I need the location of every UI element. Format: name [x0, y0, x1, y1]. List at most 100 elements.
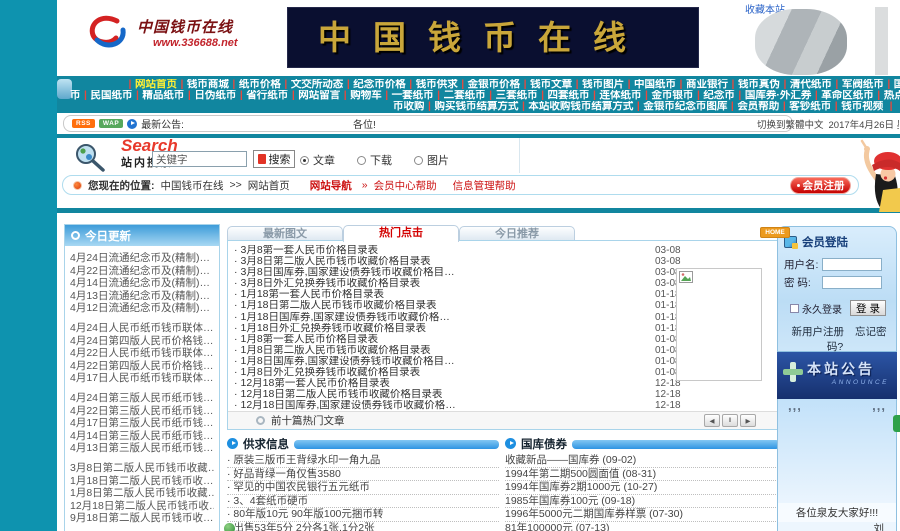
site-logo[interactable]: 中国钱币在线 www.336688.net — [85, 12, 238, 52]
today-update-link[interactable]: 4月17日第三版人民币纸币钱… — [70, 417, 214, 430]
info-help-link[interactable]: 信息管理帮助 — [453, 178, 516, 193]
nav-link[interactable]: 金币银币 — [651, 90, 693, 101]
nav-link[interactable]: 清代纸币 — [790, 79, 832, 90]
nav-link[interactable]: 钱币供求 — [416, 79, 458, 90]
article-link[interactable]: 1月8日外汇兑换券钱币收藏价格目录表 — [241, 367, 421, 378]
today-update-link[interactable]: 4月17日人民币纸币钱币联体… — [70, 372, 214, 385]
radio-icon[interactable] — [414, 155, 423, 165]
search-input[interactable] — [152, 151, 247, 167]
nav-link[interactable]: 本站收购钱币结算方式 — [528, 101, 633, 112]
nav-link[interactable]: 钱币真伪 — [738, 79, 780, 90]
today-update-link[interactable]: 4月13日第三版人民币纸币钱… — [70, 442, 214, 455]
nav-link[interactable]: 钱币商城 — [187, 79, 229, 90]
floating-sidebar-button[interactable] — [893, 415, 900, 432]
today-update-link[interactable]: 4月24日流通纪念币及(精制)… — [70, 252, 214, 265]
pager-button[interactable]: ▶ — [740, 414, 756, 427]
nav-link[interactable]: 网站留言 — [298, 90, 340, 101]
nav-link[interactable]: 二套纸币 — [444, 90, 486, 101]
today-update-link[interactable]: 4月24日第四版人民币价格钱… — [70, 335, 214, 348]
article-link[interactable]: 3月8日第二版人民币钱币收藏价格目录表 — [241, 256, 431, 267]
nav-link[interactable]: 日伪纸币 — [194, 90, 236, 101]
pager-button[interactable]: ◀ — [704, 414, 720, 427]
article-link[interactable]: 3月8日外汇兑换券钱币收藏价格目录表 — [241, 278, 421, 289]
today-update-link[interactable]: 4月14日第三版人民币纸币钱… — [70, 430, 214, 443]
today-update-link[interactable]: 4月24日第三版人民币纸币钱… — [70, 392, 214, 405]
nav-link[interactable]: 金银币价格 — [468, 79, 521, 90]
nav-link[interactable]: 网站首页 — [135, 79, 177, 90]
username-field[interactable] — [822, 258, 882, 271]
breadcrumb-site-link[interactable]: 中国钱币在线 — [161, 178, 224, 193]
nav-link[interactable]: 热点纸币 — [884, 90, 900, 101]
supply-item[interactable]: 出售53年5分 2分各1张,1分2张 — [227, 522, 499, 531]
member-register-button[interactable]: 会员注册 — [790, 177, 851, 194]
floating-qq-icon[interactable] — [223, 522, 236, 531]
nav-link[interactable]: 连体纸币 — [599, 90, 641, 101]
treasury-item[interactable]: 1985年国库券100元 (09-18) — [505, 495, 780, 508]
search-type-option[interactable]: 文章 — [300, 152, 335, 168]
search-type-option[interactable]: 图片 — [414, 152, 449, 168]
article-link[interactable]: 1月18日第二版人民币钱币收藏价格目录表 — [241, 300, 437, 311]
nav-link[interactable]: 一套纸币 — [392, 90, 434, 101]
nav-link[interactable]: 购买钱币结算方式 — [434, 101, 518, 112]
article-link[interactable]: 3月8日国库券,国家建设债券钱币收藏价格目… — [241, 267, 455, 278]
nav-link[interactable]: 币 — [70, 90, 81, 101]
search-type-option[interactable]: 下载 — [357, 152, 392, 168]
nav-link[interactable]: 军阀纸币 — [842, 79, 884, 90]
nav-link[interactable]: 金银币纪念币图库 — [643, 101, 727, 112]
article-link[interactable]: 12月18第一套人民币价格目录表 — [241, 378, 390, 389]
wap-badge[interactable]: WAP — [98, 119, 124, 128]
article-link[interactable]: 1月8日第二版人民币钱币收藏价格目录表 — [241, 345, 431, 356]
remember-checkbox[interactable] — [790, 303, 799, 313]
member-help-link[interactable]: 会员中心帮助 — [374, 178, 437, 193]
supply-item[interactable]: 80年版10元 90年版100元捆币转 — [227, 508, 499, 522]
nav-link[interactable]: 民国纸币 — [90, 90, 132, 101]
article-link[interactable]: 1月18日外汇兑换券钱币收藏价格目录表 — [241, 323, 427, 334]
nav-link[interactable]: 会员帮助 — [737, 101, 779, 112]
supply-item[interactable]: 罕见的中国农民银行五元纸币 — [227, 481, 499, 495]
radio-icon[interactable] — [357, 155, 366, 165]
search-button[interactable]: 搜索 — [253, 150, 295, 168]
nav-link[interactable]: 革命区纸币 — [821, 90, 874, 101]
nav-link[interactable]: 三套纸币 — [496, 90, 538, 101]
today-update-link[interactable]: 4月22日人民币纸币钱币联体… — [70, 347, 214, 360]
today-update-link[interactable]: 4月24日人民币纸币钱币联体… — [70, 322, 214, 335]
nav-link[interactable]: 钱币文章 — [530, 79, 572, 90]
treasury-item[interactable]: 1994年国库券2期1000元 (10-27) — [505, 481, 780, 495]
nav-link[interactable]: 客钞纸币 — [789, 101, 831, 112]
today-update-link[interactable]: 4月22日第三版人民币纸币钱… — [70, 405, 214, 418]
treasury-item[interactable]: 81年100000元 (07-13) — [505, 522, 780, 531]
nav-link[interactable]: 省行纸币 — [246, 90, 288, 101]
password-field[interactable] — [822, 276, 882, 289]
today-update-link[interactable]: 3月8日第二版人民币钱币收藏… — [70, 462, 214, 475]
radio-icon[interactable] — [300, 155, 309, 165]
supply-item[interactable]: 3、4套纸币硬币 — [227, 495, 499, 508]
article-link[interactable]: 12月18日国库券,国家建设债券钱币收藏价格… — [241, 400, 456, 411]
lang-switch-link[interactable]: 切换到繁體中文 — [757, 120, 824, 131]
article-link[interactable]: 1月8日国库券,国家建设债券钱币收藏价格目… — [241, 356, 455, 367]
tab[interactable]: 热门点击 — [343, 225, 459, 242]
nav-link[interactable]: 纪念币价格 — [353, 79, 406, 90]
nav-link[interactable]: 文交所动态 — [291, 79, 344, 90]
site-map-link[interactable]: 网站导航 — [310, 178, 352, 193]
nav-link[interactable]: 钱币视频 — [841, 101, 883, 112]
supply-item[interactable]: 原装三版币王背绿水印一角九品 — [227, 454, 499, 468]
nav-link[interactable]: 四套纸币 — [548, 90, 590, 101]
pager-button[interactable]: ‖ — [722, 414, 738, 427]
rss-badge[interactable]: RSS — [72, 119, 95, 128]
nav-link[interactable]: 国库券·外汇券 — [745, 90, 812, 101]
today-update-link[interactable]: 1月18日第二版人民币钱币收… — [70, 475, 214, 488]
article-link[interactable]: 12月18日第二版人民币钱币收藏价格目录表 — [241, 389, 443, 400]
article-link[interactable]: 1月18第一套人民币价格目录表 — [241, 289, 385, 300]
nav-link[interactable]: 商业银行 — [686, 79, 728, 90]
treasury-item[interactable]: 1994年第二期500圆面值 (08-31) — [505, 468, 780, 481]
treasury-item[interactable]: 收藏新品——国库券 (09-02) — [505, 454, 780, 468]
today-update-link[interactable]: 4月22日流通纪念币及(精制)… — [70, 265, 214, 278]
today-update-link[interactable]: 12月18日第二版人民币钱币收… — [70, 500, 214, 513]
treasury-item[interactable]: 1996年5000元二期国库券样票 (07-30) — [505, 508, 780, 522]
today-update-link[interactable]: 4月14日流通纪念币及(精制)… — [70, 277, 214, 290]
supply-item[interactable]: 好品背绿一角仅售3580 — [227, 468, 499, 481]
today-update-link[interactable]: 4月12日流通纪念币及(精制)… — [70, 302, 214, 315]
login-button[interactable]: 登 录 — [850, 300, 886, 316]
nav-link[interactable]: 精品纸币 — [142, 90, 184, 101]
nav-link[interactable]: 钱币图片 — [582, 79, 624, 90]
